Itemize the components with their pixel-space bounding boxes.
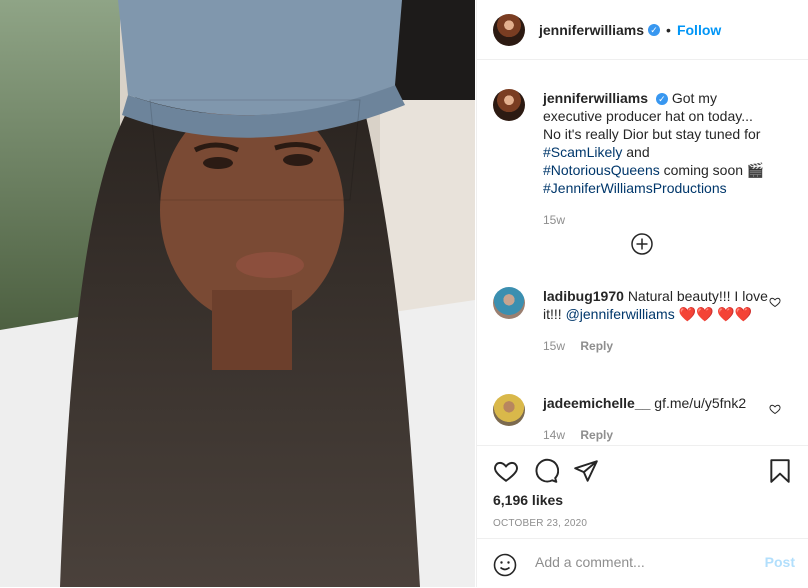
likes-count[interactable]: 6,196 likes (493, 492, 563, 508)
post-actions: 6,196 likes OCTOBER 23, 2020 (477, 445, 808, 529)
author-username[interactable]: jenniferwilliams (539, 22, 644, 38)
separator-dot: • (666, 21, 671, 38)
selfie-image (0, 0, 475, 587)
comment-item: jadeemichelle__ gf.me/u/y5fnk2 14w Reply (493, 394, 793, 444)
caption-item: jenniferwilliams ✓ Got my executive prod… (493, 89, 793, 229)
hashtag-scamlikely[interactable]: #ScamLikely (543, 144, 622, 160)
comment-bubble-icon[interactable] (533, 458, 559, 484)
post-photo[interactable] (0, 0, 475, 587)
save-bookmark-icon[interactable] (767, 458, 793, 484)
share-paper-plane-icon[interactable] (573, 458, 599, 484)
reply-button[interactable]: Reply (580, 339, 613, 353)
comment-body: jadeemichelle__ gf.me/u/y5fnk2 14w Reply (543, 394, 769, 444)
load-more-comments-icon[interactable] (631, 233, 653, 255)
verified-badge-icon: ✓ (648, 23, 661, 36)
comment-username[interactable]: jadeemichelle__ (543, 395, 650, 411)
commenter-avatar[interactable] (493, 394, 525, 426)
comment-input[interactable] (533, 553, 737, 571)
comment-mention[interactable]: @jenniferwilliams (566, 306, 675, 322)
add-comment-bar: Post (477, 538, 808, 588)
follow-button[interactable]: Follow (677, 22, 721, 38)
hashtag-jenniferwilliamsproductions[interactable]: #JenniferWilliamsProductions (543, 180, 727, 196)
caption-avatar[interactable] (493, 89, 525, 121)
comment-meta: 15w Reply (543, 337, 769, 355)
caption-age[interactable]: 15w (543, 213, 565, 227)
comment-emoji: ❤️❤️ ❤️❤️ (674, 306, 753, 322)
like-heart-icon[interactable] (493, 458, 519, 484)
post-header: jenniferwilliams ✓ • Follow (477, 0, 808, 60)
verified-badge-icon: ✓ (655, 93, 668, 106)
reply-button[interactable]: Reply (580, 428, 613, 442)
post-side-panel: jenniferwilliams ✓ • Follow jenniferwill… (476, 0, 808, 587)
caption-text-2: and (622, 144, 650, 160)
caption-body: jenniferwilliams ✓ Got my executive prod… (543, 89, 769, 229)
caption-username[interactable]: jenniferwilliams (543, 90, 648, 106)
comment-age[interactable]: 15w (543, 339, 565, 353)
instagram-post: jenniferwilliams ✓ • Follow jenniferwill… (0, 0, 808, 587)
post-date[interactable]: OCTOBER 23, 2020 (493, 518, 587, 529)
comment-username[interactable]: ladibug1970 (543, 288, 624, 304)
caption-meta: 15w (543, 211, 769, 229)
comment-body: ladibug1970 Natural beauty!!! I love it!… (543, 287, 769, 355)
comment-meta: 14w Reply (543, 426, 769, 444)
caption-text-3: coming soon 🎬 (659, 162, 765, 178)
comment-text: gf.me/u/y5fnk2 (654, 395, 747, 411)
comments-scroll-area[interactable]: jenniferwilliams ✓ Got my executive prod… (477, 61, 808, 445)
action-icons (493, 458, 793, 484)
emoji-icon[interactable] (493, 553, 517, 577)
hashtag-notoriousqueens[interactable]: #NotoriousQueens (543, 162, 660, 178)
commenter-avatar[interactable] (493, 287, 525, 319)
comment-item: ladibug1970 Natural beauty!!! I love it!… (493, 287, 793, 355)
like-comment-heart-icon[interactable] (769, 403, 781, 415)
post-button[interactable]: Post (765, 554, 795, 570)
author-avatar[interactable] (493, 13, 525, 46)
like-comment-heart-icon[interactable] (769, 296, 781, 308)
comment-age[interactable]: 14w (543, 428, 565, 442)
